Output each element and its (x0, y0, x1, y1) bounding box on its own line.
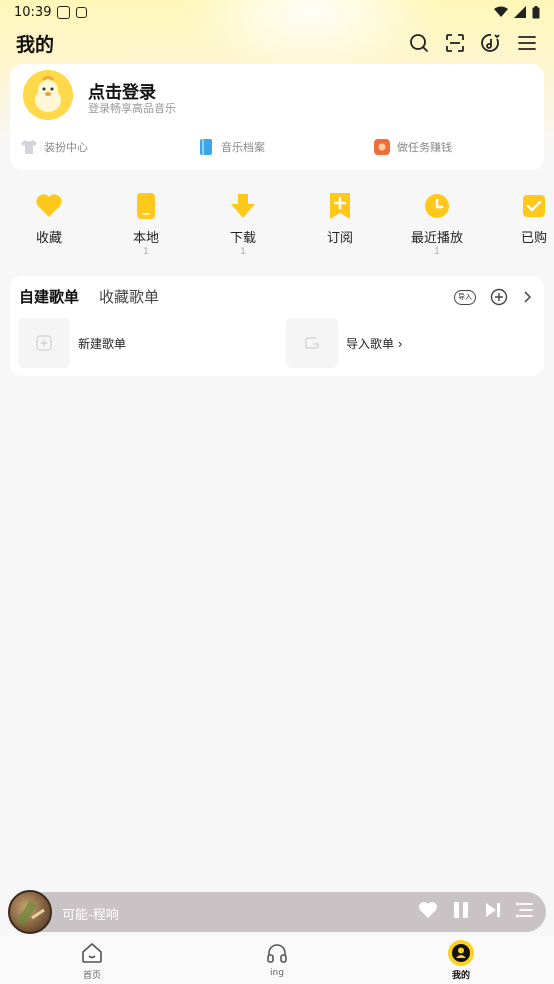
import-icon (305, 337, 319, 349)
quick-action-count (300, 247, 380, 258)
quick-action-label: 订阅 (326, 231, 353, 246)
quick-action-label: 下载 (229, 231, 256, 246)
status-bar: 10:39 (0, 0, 554, 24)
plus-square-icon (36, 335, 52, 351)
avatar[interactable] (23, 70, 73, 120)
chevron-right-icon[interactable] (522, 290, 532, 304)
quick-action-subscribe[interactable]: 订阅 (300, 192, 380, 258)
new-playlist-thumb (18, 318, 70, 368)
redpacket-icon (374, 139, 390, 155)
add-playlist-icon[interactable] (490, 288, 508, 306)
wifi-icon (494, 6, 508, 17)
quick-action-count: 1 (240, 247, 246, 257)
quick-action-count: 1 (143, 247, 149, 257)
heart-icon (35, 192, 63, 220)
link-music-profile[interactable]: 音乐档案 (197, 138, 265, 156)
quick-action-count (9, 247, 89, 258)
heart-icon[interactable] (418, 901, 438, 919)
shirt-icon (21, 140, 37, 154)
quick-action-label: 本地 (132, 231, 159, 246)
home-icon (78, 940, 106, 966)
music-recognize-icon[interactable] (480, 32, 502, 54)
link-label: 音乐档案 (221, 141, 265, 154)
signal-icon (514, 6, 526, 18)
book-icon (200, 139, 212, 155)
bottom-nav: 首页 ing 我的 (0, 936, 554, 984)
quick-action-label: 最近播放 (410, 231, 463, 246)
notification-app-icon (57, 5, 71, 19)
nav-home[interactable]: 首页 (62, 940, 122, 981)
nav-label: 我的 (451, 971, 470, 981)
now-playing-title[interactable]: 可能-程响 (62, 904, 119, 923)
subscribe-icon (326, 192, 354, 220)
new-playlist-label: 新建歌单 (78, 336, 127, 351)
quick-action-download[interactable]: 下载 1 (203, 192, 283, 258)
link-task-earn[interactable]: 做任务赚钱 (373, 138, 452, 156)
next-track-icon[interactable] (484, 901, 502, 919)
nav-label: ing (270, 968, 284, 978)
profile-links: 装扮中心 音乐档案 做任务赚钱 (20, 138, 540, 162)
phone-icon (132, 192, 160, 220)
link-label: 装扮中心 (44, 141, 88, 154)
headphones-icon (263, 940, 291, 966)
search-icon[interactable] (408, 32, 430, 54)
player-controls (418, 901, 534, 919)
scan-icon[interactable] (444, 32, 466, 54)
download-icon (229, 192, 257, 220)
profile-card[interactable]: 点击登录 登录畅享高品音乐 装扮中心 音乐档案 做任务赚钱 (10, 64, 544, 170)
quick-actions-row: 收藏 本地 1 下载 1 订阅 最近播放 1 已购 (0, 192, 554, 262)
header: 我的 (0, 26, 554, 60)
link-dressup-center[interactable]: 装扮中心 (20, 138, 88, 156)
profile-icon (447, 940, 475, 966)
quick-action-recent[interactable]: 最近播放 1 (397, 192, 477, 258)
import-button[interactable]: 导入 (454, 289, 476, 305)
import-badge-label: 导入 (458, 293, 472, 301)
nav-mine[interactable]: 我的 (431, 940, 491, 981)
purchased-icon (520, 192, 548, 220)
notification-a-icon (76, 6, 88, 18)
page-title: 我的 (16, 33, 55, 56)
tab-collected-playlists[interactable]: 收藏歌单 (99, 286, 159, 307)
import-playlist-thumb (286, 318, 338, 368)
quick-action-count (494, 247, 554, 258)
battery-icon (532, 5, 540, 18)
quick-action-favorites[interactable]: 收藏 (9, 192, 89, 258)
tab-my-playlists[interactable]: 自建歌单 (19, 286, 80, 310)
playlist-queue-icon[interactable] (516, 901, 534, 919)
playlist-tabs: 自建歌单 收藏歌单 (19, 286, 159, 310)
quick-action-count: 1 (434, 247, 440, 257)
album-cover[interactable] (8, 890, 52, 934)
status-time: 10:39 (14, 4, 52, 20)
quick-action-label: 收藏 (35, 231, 62, 246)
nav-ing[interactable]: ing (247, 940, 307, 978)
mini-player[interactable]: 可能-程响 (8, 890, 546, 934)
quick-action-label: 已购 (520, 231, 547, 246)
playlist-actions: 导入 (454, 288, 532, 306)
pause-icon[interactable] (452, 901, 470, 919)
nav-label: 首页 (82, 971, 101, 981)
quick-action-local[interactable]: 本地 1 (106, 192, 186, 258)
new-playlist-item[interactable]: 新建歌单 (18, 318, 126, 368)
link-label: 做任务赚钱 (397, 141, 452, 154)
quick-action-purchased[interactable]: 已购 (494, 192, 554, 258)
login-subtitle: 登录畅享高品音乐 (88, 102, 176, 115)
playlist-card: 自建歌单 收藏歌单 导入 新建歌单 导入歌单 › (10, 276, 544, 376)
clock-icon (423, 192, 451, 220)
import-playlist-label: 导入歌单 › (346, 336, 403, 351)
menu-icon[interactable] (516, 32, 538, 54)
import-playlist-item[interactable]: 导入歌单 › (286, 318, 403, 368)
